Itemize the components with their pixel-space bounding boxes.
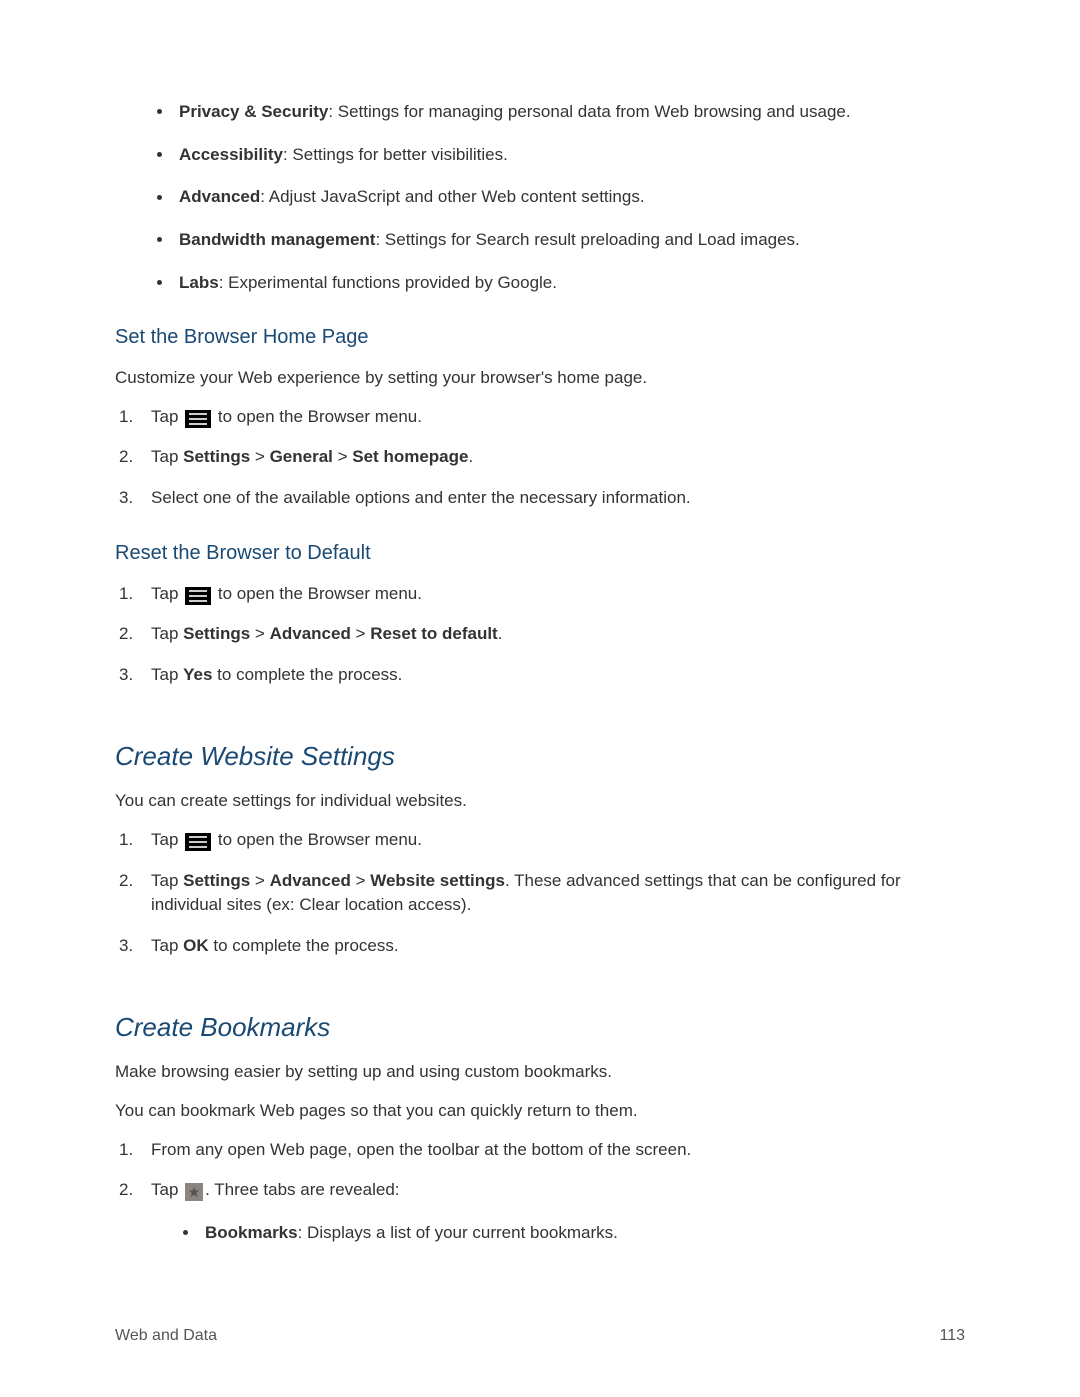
list-item-desc: : Settings for managing personal data fr…	[328, 102, 850, 121]
step-text: .	[468, 447, 473, 466]
list-item-desc: : Settings for Search result preloading …	[375, 230, 799, 249]
paragraph: Customize your Web experience by setting…	[115, 366, 965, 391]
bookmark-star-icon	[185, 1183, 203, 1201]
step-bold: Yes	[183, 665, 212, 684]
step-text: Tap	[151, 624, 183, 643]
step-item: Select one of the available options and …	[115, 486, 965, 511]
step-item: From any open Web page, open the toolbar…	[115, 1138, 965, 1163]
step-text: Tap	[151, 665, 183, 684]
step-text: Tap	[151, 447, 183, 466]
list-item-desc: : Experimental functions provided by Goo…	[219, 273, 557, 292]
menu-icon	[185, 833, 211, 851]
list-item: Bookmarks: Displays a list of your curre…	[183, 1221, 965, 1246]
menu-icon	[185, 587, 211, 605]
list-item-label: Bandwidth management	[179, 230, 375, 249]
step-bold: Reset to default	[370, 624, 498, 643]
step-text: to open the Browser menu.	[213, 830, 422, 849]
step-text: Tap	[151, 871, 183, 890]
step-bold: Settings	[183, 624, 250, 643]
step-text: Tap	[151, 830, 183, 849]
document-page: Privacy & Security: Settings for managin…	[0, 0, 1080, 1397]
step-text: to open the Browser menu.	[213, 407, 422, 426]
step-sep: >	[351, 871, 370, 890]
step-item: Tap Settings > Advanced > Website settin…	[115, 869, 965, 918]
step-sep: >	[333, 447, 352, 466]
settings-list: Privacy & Security: Settings for managin…	[115, 100, 965, 295]
step-item: Tap OK to complete the process.	[115, 934, 965, 959]
footer-page-number: 113	[939, 1324, 965, 1347]
step-bold: General	[270, 447, 333, 466]
step-bold: Settings	[183, 871, 250, 890]
bookmarks-steps: From any open Web page, open the toolbar…	[115, 1138, 965, 1246]
list-item-desc: : Displays a list of your current bookma…	[298, 1223, 618, 1242]
list-item-desc: : Adjust JavaScript and other Web conten…	[260, 187, 644, 206]
heading-create-bookmarks: Create Bookmarks	[115, 1009, 965, 1047]
footer-section: Web and Data	[115, 1324, 217, 1347]
step-item: Tap . Three tabs are revealed: Bookmarks…	[115, 1178, 965, 1245]
step-text: . Three tabs are revealed:	[205, 1180, 399, 1199]
paragraph: You can create settings for individual w…	[115, 789, 965, 814]
step-item: Tap Yes to complete the process.	[115, 663, 965, 688]
list-item: Privacy & Security: Settings for managin…	[157, 100, 965, 125]
step-text: Tap	[151, 584, 183, 603]
heading-website-settings: Create Website Settings	[115, 738, 965, 776]
step-sep: >	[250, 871, 269, 890]
list-item: Accessibility: Settings for better visib…	[157, 143, 965, 168]
reset-steps: Tap to open the Browser menu. Tap Settin…	[115, 582, 965, 688]
step-bold: Set homepage	[352, 447, 468, 466]
list-item: Bandwidth management: Settings for Searc…	[157, 228, 965, 253]
heading-reset-browser: Reset the Browser to Default	[115, 539, 965, 568]
step-sep: >	[250, 447, 269, 466]
list-item-label: Advanced	[179, 187, 260, 206]
list-item-label: Privacy & Security	[179, 102, 328, 121]
step-bold: Website settings	[370, 871, 505, 890]
step-text: Tap	[151, 1180, 183, 1199]
step-sep: >	[250, 624, 269, 643]
step-bold: Advanced	[270, 871, 351, 890]
step-item: Tap to open the Browser menu.	[115, 405, 965, 430]
paragraph: Make browsing easier by setting up and u…	[115, 1060, 965, 1085]
list-item-label: Labs	[179, 273, 219, 292]
step-text: to complete the process.	[209, 936, 399, 955]
step-text: to complete the process.	[212, 665, 402, 684]
heading-set-homepage: Set the Browser Home Page	[115, 323, 965, 352]
step-text: Tap	[151, 936, 183, 955]
list-item: Advanced: Adjust JavaScript and other We…	[157, 185, 965, 210]
step-sep: >	[351, 624, 370, 643]
page-footer: Web and Data 113	[115, 1324, 965, 1347]
step-bold: Settings	[183, 447, 250, 466]
list-item: Labs: Experimental functions provided by…	[157, 271, 965, 296]
list-item-label: Bookmarks	[205, 1223, 298, 1242]
list-item-label: Accessibility	[179, 145, 283, 164]
step-item: Tap to open the Browser menu.	[115, 828, 965, 853]
bookmarks-tabs-list: Bookmarks: Displays a list of your curre…	[151, 1221, 965, 1246]
step-text: .	[498, 624, 503, 643]
menu-icon	[185, 410, 211, 428]
website-steps: Tap to open the Browser menu. Tap Settin…	[115, 828, 965, 959]
step-bold: OK	[183, 936, 209, 955]
list-item-desc: : Settings for better visibilities.	[283, 145, 508, 164]
step-item: Tap to open the Browser menu.	[115, 582, 965, 607]
homepage-steps: Tap to open the Browser menu. Tap Settin…	[115, 405, 965, 511]
step-text: to open the Browser menu.	[213, 584, 422, 603]
step-item: Tap Settings > Advanced > Reset to defau…	[115, 622, 965, 647]
paragraph: You can bookmark Web pages so that you c…	[115, 1099, 965, 1124]
step-bold: Advanced	[270, 624, 351, 643]
step-item: Tap Settings > General > Set homepage.	[115, 445, 965, 470]
step-text: Tap	[151, 407, 183, 426]
